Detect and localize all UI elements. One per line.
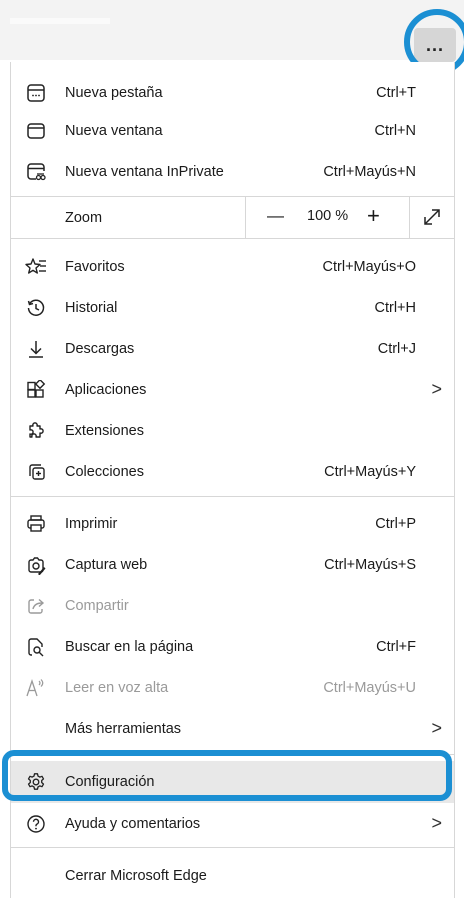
zoom-divider <box>409 197 410 238</box>
download-icon <box>25 338 47 360</box>
menu-item-read-aloud: Leer en voz alta Ctrl+Mayús+U <box>11 667 454 708</box>
menu-item-label: Captura web <box>65 556 148 573</box>
menu-item-label: Historial <box>65 299 118 316</box>
menu-item-shortcut: Ctrl+F <box>376 638 416 655</box>
menu-item-label: Compartir <box>65 597 129 614</box>
zoom-out-button[interactable]: — <box>267 206 284 226</box>
menu-item-apps[interactable]: Aplicaciones > <box>11 369 454 410</box>
menu-item-new-window[interactable]: Nueva ventana Ctrl+N <box>11 110 454 151</box>
zoom-divider <box>245 197 246 238</box>
menu-item-label: Nueva pestaña <box>65 84 163 101</box>
menu-item-shortcut: Ctrl+Mayús+N <box>323 163 416 180</box>
menu-item-shortcut: Ctrl+T <box>376 84 416 101</box>
chevron-right-icon: > <box>431 379 442 399</box>
highlight-rectangle <box>2 750 452 801</box>
menu-item-shortcut: Ctrl+Mayús+S <box>324 556 416 573</box>
tab-strip <box>10 18 110 24</box>
menu-item-shortcut: Ctrl+P <box>375 515 416 532</box>
help-icon <box>25 813 47 835</box>
menu-item-label: Más herramientas <box>65 720 182 737</box>
menu-item-label: Ayuda y comentarios <box>65 815 201 832</box>
menu-item-shortcut: Ctrl+N <box>374 122 417 139</box>
web-capture-icon <box>25 554 47 576</box>
zoom-in-button[interactable]: + <box>367 203 380 229</box>
menu-item-shortcut: Ctrl+Mayús+U <box>323 679 416 696</box>
menu-item-favorites[interactable]: Favoritos Ctrl+Mayús+O <box>11 246 454 287</box>
new-window-icon <box>25 120 47 142</box>
new-tab-icon <box>25 82 47 104</box>
apps-icon <box>25 379 47 401</box>
menu-item-label: Leer en voz alta <box>65 679 169 696</box>
menu-item-label: Imprimir <box>65 515 118 532</box>
share-icon <box>25 595 47 617</box>
menu-item-label: Aplicaciones <box>65 381 147 398</box>
favorites-icon <box>25 256 47 278</box>
menu-separator <box>11 238 454 239</box>
menu-item-label: Cerrar Microsoft Edge <box>65 867 207 884</box>
menu-item-find-on-page[interactable]: Buscar en la página Ctrl+F <box>11 626 454 667</box>
browser-toolbar <box>0 0 464 60</box>
chevron-right-icon: > <box>431 813 442 833</box>
inprivate-window-icon <box>25 161 47 183</box>
menu-item-shortcut: Ctrl+H <box>374 299 417 316</box>
menu-item-extensions[interactable]: Extensiones <box>11 410 454 451</box>
menu-item-help-and-feedback[interactable]: Ayuda y comentarios > <box>11 803 454 844</box>
menu-item-label: Colecciones <box>65 463 144 480</box>
menu-item-downloads[interactable]: Descargas Ctrl+J <box>11 328 454 369</box>
menu-item-label: Nueva ventana <box>65 122 163 139</box>
menu-item-label: Extensiones <box>65 422 144 439</box>
menu-item-close-edge[interactable]: Cerrar Microsoft Edge <box>11 855 454 896</box>
menu-item-history[interactable]: Historial Ctrl+H <box>11 287 454 328</box>
menu-item-more-tools[interactable]: Más herramientas > <box>11 708 454 749</box>
find-icon <box>25 636 47 658</box>
menu-item-shortcut: Ctrl+J <box>377 340 416 357</box>
menu-item-label: Descargas <box>65 340 135 357</box>
menu-item-label: Buscar en la página <box>65 638 194 655</box>
menu-item-new-inprivate-window[interactable]: Nueva ventana InPrivate Ctrl+Mayús+N <box>11 151 454 192</box>
menu-item-collections[interactable]: Colecciones Ctrl+Mayús+Y <box>11 451 454 492</box>
menu-item-web-capture[interactable]: Captura web Ctrl+Mayús+S <box>11 544 454 585</box>
print-icon <box>25 513 47 535</box>
collections-icon <box>25 461 47 483</box>
menu-item-shortcut: Ctrl+Mayús+O <box>322 258 416 275</box>
menu-separator <box>11 496 454 497</box>
menu-separator <box>11 847 454 848</box>
chevron-right-icon: > <box>431 718 442 738</box>
menu-item-label: Favoritos <box>65 258 125 275</box>
menu-item-shortcut: Ctrl+Mayús+Y <box>324 463 416 480</box>
menu-item-share: Compartir <box>11 585 454 626</box>
menu-item-label: Nueva ventana InPrivate <box>65 163 224 180</box>
menu-item-print[interactable]: Imprimir Ctrl+P <box>11 503 454 544</box>
extensions-icon <box>25 420 47 442</box>
menu-item-new-tab[interactable]: Nueva pestaña Ctrl+T <box>11 72 454 113</box>
fullscreen-icon[interactable] <box>422 207 442 227</box>
zoom-label: Zoom <box>65 209 103 226</box>
zoom-row: Zoom — 100 % + <box>11 197 454 238</box>
zoom-level: 100 % <box>307 208 349 224</box>
history-icon <box>25 297 47 319</box>
read-aloud-icon <box>25 677 47 699</box>
